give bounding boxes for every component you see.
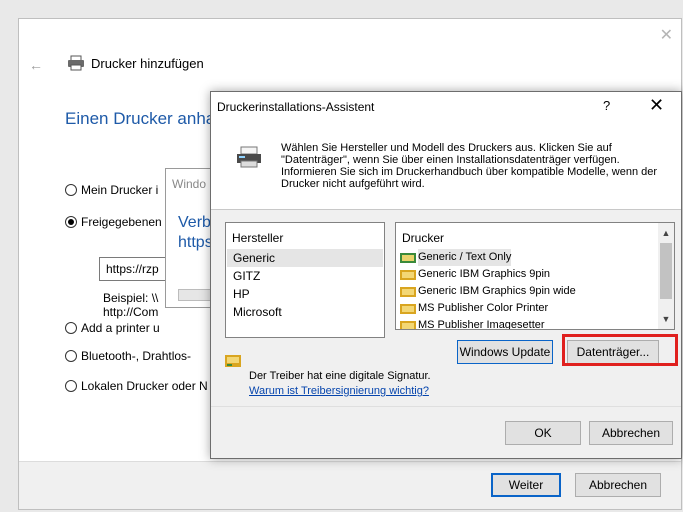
window-title: Drucker hinzufügen <box>67 55 204 71</box>
option-local-printer[interactable]: Lokalen Drucker oder N <box>65 379 208 393</box>
dialog-titlebar: Druckerinstallations-Assistent ? ✕ <box>211 92 681 122</box>
list-item[interactable]: Generic IBM Graphics 9pin <box>396 266 674 283</box>
option-add-by-ip[interactable]: Add a printer u <box>65 321 160 335</box>
dialog-title: Druckerinstallations-Assistent <box>217 100 375 114</box>
option-shared-printer[interactable]: Freigegebenen <box>65 215 162 229</box>
option-bluetooth[interactable]: Bluetooth-, Drahtlos- <box>65 349 191 363</box>
radio-selected-icon[interactable] <box>65 216 77 228</box>
list-item[interactable]: MS Publisher Color Printer <box>396 300 674 317</box>
dialog-header: Wählen Sie Hersteller und Modell des Dru… <box>211 122 681 210</box>
printer-icon <box>68 55 84 71</box>
printer-list[interactable]: Drucker Generic / Text Only Generic IBM … <box>395 222 675 330</box>
manufacturer-list[interactable]: Hersteller Generic GITZ HP Microsoft <box>225 222 385 338</box>
highlight-box <box>562 334 678 366</box>
list-item[interactable]: GITZ <box>227 267 383 285</box>
printer-list-scrollbar[interactable]: ▲ ▼ <box>658 223 674 329</box>
printer-model-icon <box>400 303 416 314</box>
back-arrow-icon[interactable]: ← <box>29 57 43 73</box>
list-item[interactable]: HP <box>227 285 383 303</box>
list-item[interactable]: Generic / Text Only <box>396 249 674 266</box>
list-item[interactable]: Generic <box>227 249 383 267</box>
printer-header: Drucker <box>402 231 445 245</box>
page-heading: Einen Drucker anha <box>65 109 216 128</box>
ok-button[interactable]: OK <box>505 421 581 445</box>
window-title-text: Drucker hinzufügen <box>91 55 204 71</box>
dialog-description: Wählen Sie Hersteller und Modell des Dru… <box>281 142 658 190</box>
cancel-button[interactable]: Abbrechen <box>589 421 673 445</box>
radio-icon[interactable] <box>65 322 77 334</box>
list-item[interactable]: Generic IBM Graphics 9pin wide <box>396 283 674 300</box>
radio-icon[interactable] <box>65 184 77 196</box>
windows-update-button[interactable]: Windows Update <box>457 340 553 364</box>
signature-help-link[interactable]: Warum ist Treibersignierung wichtig? <box>249 385 429 397</box>
dialog-footer: OK Abbrechen <box>211 406 681 458</box>
close-icon[interactable]: ✕ <box>660 25 673 45</box>
scroll-thumb[interactable] <box>660 243 672 299</box>
printer-model-icon <box>400 252 416 263</box>
option-my-printer[interactable]: Mein Drucker i <box>65 183 158 197</box>
manufacturer-header: Hersteller <box>232 231 284 245</box>
printer-model-icon <box>400 286 416 297</box>
next-button[interactable]: Weiter <box>491 473 561 497</box>
radio-icon[interactable] <box>65 350 77 362</box>
printer-model-icon <box>400 320 416 329</box>
driver-install-dialog: Druckerinstallations-Assistent ? ✕ Wähle… <box>210 91 682 459</box>
signature-icon <box>225 355 241 367</box>
wizard-footer: Weiter Abbrechen <box>19 461 681 509</box>
connection-window-title: Windo <box>172 177 207 191</box>
example-text: Beispiel: \\ http://Com <box>103 291 159 319</box>
scroll-up-icon[interactable]: ▲ <box>658 225 674 241</box>
list-item[interactable]: Microsoft <box>227 303 383 321</box>
connection-heading: Verb https <box>178 214 213 251</box>
list-item[interactable]: MS Publisher Imagesetter <box>396 317 674 329</box>
printer-model-icon <box>400 269 416 280</box>
cancel-button[interactable]: Abbrechen <box>575 473 661 497</box>
close-icon[interactable]: ✕ <box>649 95 664 116</box>
help-icon[interactable]: ? <box>603 98 610 113</box>
scroll-down-icon[interactable]: ▼ <box>658 311 674 327</box>
printer-icon <box>237 146 261 168</box>
radio-icon[interactable] <box>65 380 77 392</box>
signature-text: Der Treiber hat eine digitale Signatur. <box>249 370 431 382</box>
